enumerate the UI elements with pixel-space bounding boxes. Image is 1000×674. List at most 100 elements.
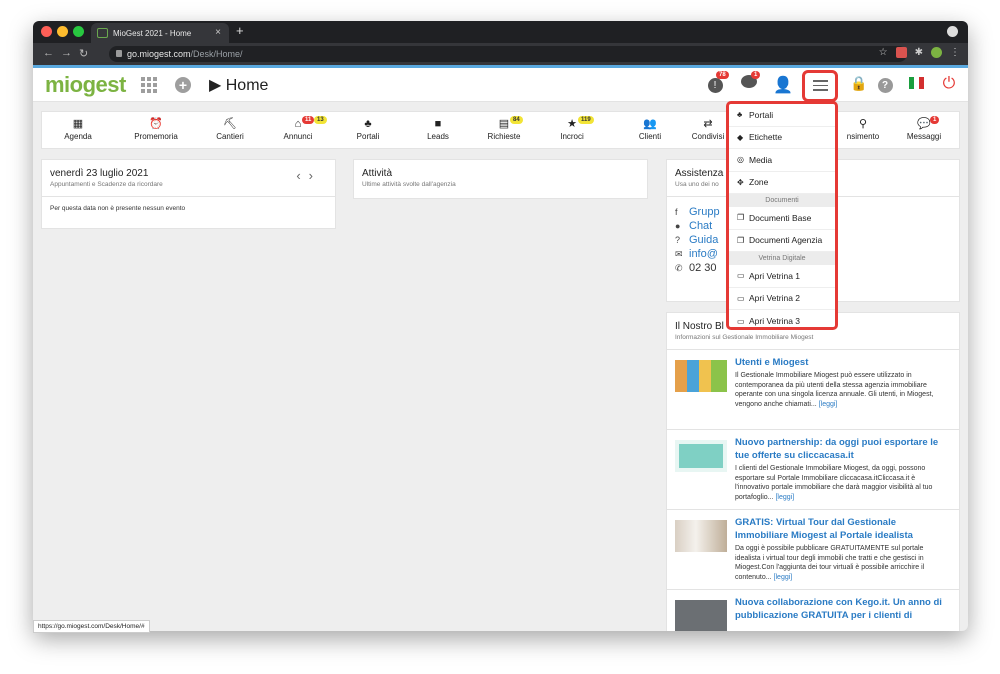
agenda-card: venerdì 23 luglio 2021 Appuntamenti e Sc… (41, 159, 336, 229)
blog-post[interactable]: GRATIS: Virtual Tour dal Gestionale Immo… (667, 509, 959, 589)
toolbar-item-richieste[interactable]: ▤ Richieste 84 (474, 116, 534, 141)
alerts-badge: 78 (716, 71, 729, 79)
menu-item-apri-vetrina-1[interactable]: ▭ Apri Vetrina 1 (729, 265, 835, 288)
tag-icon: ◆ (737, 132, 744, 142)
agenda-subtitle: Appuntamenti e Scadenze da ricordare (50, 181, 163, 188)
menu-item-portali[interactable]: ♣ Portali (729, 104, 835, 127)
post-excerpt: I clienti del Gestionale Immobiliare Mio… (735, 465, 933, 501)
blog-post[interactable]: Nuovo partnership: da oggi puoi esportar… (667, 429, 959, 509)
agenda-empty-text: Per questa data non è presente nessun ev… (50, 205, 186, 212)
menu-section-documenti: Documenti (729, 194, 835, 207)
blog-subtitle: Informazioni sul Gestionale Immobiliare … (675, 334, 814, 341)
menu-item-documenti-agenzia[interactable]: ❐ Documenti Agenzia (729, 230, 835, 252)
user-icon[interactable]: 👤 (773, 75, 793, 95)
date-nav-arrows[interactable]: ‹› (296, 168, 321, 183)
read-more-link[interactable]: [leggi] (819, 401, 838, 408)
post-title[interactable]: GRATIS: Virtual Tour dal Gestionale Immo… (735, 516, 951, 542)
alerts-icon[interactable]: ! 78 (705, 71, 729, 95)
menu-item-apri-vetrina-2[interactable]: ▭ Apri Vetrina 2 (729, 288, 835, 310)
post-title[interactable]: Nuovo partnership: da oggi puoi esportar… (735, 436, 951, 462)
post-title[interactable]: Utenti e Miogest (735, 356, 951, 369)
facebook-icon: f (675, 207, 678, 217)
new-tab-button[interactable]: + (236, 23, 244, 38)
lock-icon[interactable]: 🔒 (849, 75, 869, 95)
apps-grid-icon[interactable] (141, 77, 157, 93)
copy-icon: ❐ (737, 235, 745, 245)
post-thumbnail[interactable] (675, 440, 727, 472)
toolbar-item-promemoria[interactable]: ⏰ Promemoria (126, 116, 186, 141)
power-icon[interactable]: ⏻ (939, 75, 959, 95)
menu-item-etichette[interactable]: ◆ Etichette (729, 127, 835, 149)
blog-card: Il Nostro Bl Informazioni sul Gestionale… (666, 312, 960, 631)
sitemap-icon: ♣ (364, 118, 372, 130)
forward-icon[interactable]: → (61, 47, 72, 59)
url-field[interactable]: go.miogest.com/Desk/Home/ (109, 46, 907, 62)
kebab-menu-icon[interactable]: ⋮ (950, 47, 960, 58)
help-icon[interactable]: ? (875, 75, 895, 95)
extension-icon[interactable] (895, 47, 907, 58)
toolbar-item-agenda[interactable]: ▦ Agenda (48, 116, 108, 141)
bookmark-star-icon[interactable]: ☆ (879, 47, 888, 58)
toolbar-item-leads[interactable]: ■ Leads (408, 116, 468, 141)
miogest-logo[interactable]: miogest (45, 72, 126, 98)
phone-icon: ✆ (675, 262, 683, 273)
comments-icon[interactable]: 1 (739, 71, 761, 95)
menu-item-zone[interactable]: ✥ Zone (729, 172, 835, 194)
page-title-text: Home (225, 77, 269, 94)
post-title[interactable]: Nuova collaborazione con Kego.it. Un ann… (735, 596, 951, 622)
menu-item-apri-vetrina-3[interactable]: ▭ Apri Vetrina 3 (729, 310, 835, 327)
exclamation-icon: ! (707, 78, 723, 93)
prev-day-icon[interactable]: ‹ (296, 168, 308, 183)
toolbar-item-clienti[interactable]: 👥 Clienti (620, 116, 680, 141)
close-tab-icon[interactable]: × (215, 27, 221, 38)
read-more-link[interactable]: [leggi] (775, 494, 794, 501)
settings-filter-button[interactable] (802, 70, 838, 102)
toolbar-item-annunci[interactable]: ⌂ Annunci 11 13 (268, 116, 328, 141)
tab-bar: MioGest 2021 - Home × + (33, 21, 968, 43)
read-more-link[interactable]: [leggi] (774, 574, 793, 581)
add-circle-icon[interactable]: + (175, 77, 191, 93)
lock-icon (116, 50, 122, 57)
favicon-icon (97, 28, 108, 38)
italy-flag-icon[interactable] (906, 75, 926, 95)
blog-post[interactable]: Nuova collaborazione con Kego.it. Un ann… (667, 589, 959, 631)
post-excerpt: Il Gestionale Immobiliare Miogest può es… (735, 372, 934, 408)
alarm-icon: ⏰ (149, 118, 163, 130)
minimize-window-button[interactable] (57, 26, 68, 37)
back-icon[interactable]: ← (43, 47, 54, 59)
monitor-icon: ▭ (737, 316, 745, 326)
map-pin-icon: ✥ (737, 177, 744, 187)
toolbar-item-cantieri[interactable]: ⛏ Cantieri (200, 116, 260, 141)
profile-avatar[interactable] (931, 47, 942, 58)
post-thumbnail[interactable] (675, 520, 727, 552)
close-window-button[interactable] (41, 26, 52, 37)
page-title: ▶ Home (209, 77, 269, 94)
reload-icon[interactable]: ↻ (79, 47, 88, 60)
puzzle-icon[interactable]: ✱ (915, 47, 923, 58)
address-bar-row: ← → ↻ go.miogest.com/Desk/Home/ ☆ ✱ ⋮ (33, 43, 968, 65)
comments-badge: 1 (751, 71, 761, 79)
incroci-badge: 119 (578, 116, 594, 124)
toolbar-item-nsimento[interactable]: ⚲ nsimento (833, 116, 893, 141)
extensions: ☆ ✱ ⋮ (879, 47, 960, 58)
users-icon: 👥 (643, 118, 657, 130)
url-host: go.miogest.com (127, 49, 191, 59)
activity-title: Attività (362, 168, 393, 179)
post-thumbnail[interactable] (675, 360, 727, 392)
activity-card: Attività Ultime attività svolte dall'age… (353, 159, 648, 199)
tab-title: MioGest 2021 - Home (113, 28, 192, 38)
agenda-date: venerdì 23 luglio 2021 (50, 168, 149, 179)
browser-tab[interactable]: MioGest 2021 - Home × (91, 23, 229, 43)
post-thumbnail[interactable] (675, 600, 727, 631)
blog-post[interactable]: Utenti e Miogest Il Gestionale Immobilia… (667, 349, 959, 429)
toolbar-item-messaggi[interactable]: 💬 Messaggi 1 (894, 116, 954, 141)
zoom-window-button[interactable] (73, 26, 84, 37)
calendar-icon: ▦ (72, 118, 84, 130)
menu-item-documenti-base[interactable]: ❐ Documenti Base (729, 207, 835, 230)
toolbar-item-incroci[interactable]: ★ Incroci 119 (542, 116, 602, 141)
toolbar-item-portali[interactable]: ♣ Portali (338, 116, 398, 141)
annunci-badge-red: 11 (302, 116, 315, 124)
browser-menu-icon[interactable] (947, 26, 958, 37)
next-day-icon[interactable]: › (309, 168, 321, 183)
menu-item-media[interactable]: ◎ Media (729, 149, 835, 172)
